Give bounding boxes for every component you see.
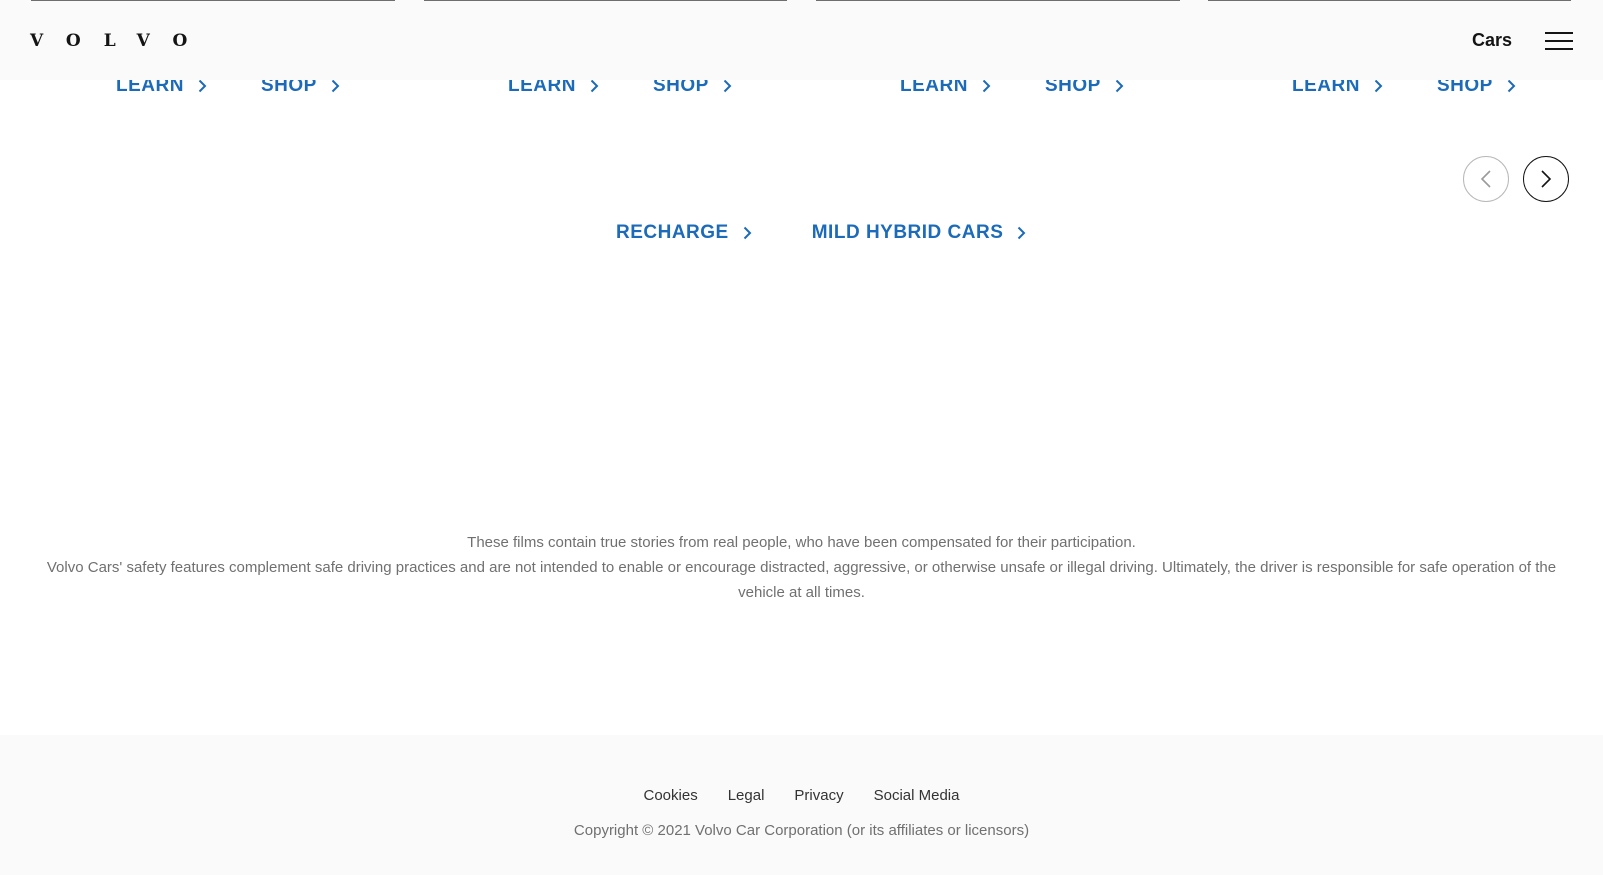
recharge-label: RECHARGE	[616, 222, 729, 243]
chevron-right-icon	[198, 79, 207, 93]
card-top-border	[816, 0, 1180, 1]
disclaimer-line: These films contain true stories from re…	[467, 534, 1136, 551]
category-links: RECHARGE MILD HYBRID CARS	[616, 222, 1026, 244]
footer-link-social-media[interactable]: Social Media	[874, 787, 960, 804]
card-top-border	[424, 0, 787, 1]
chevron-right-icon	[1115, 79, 1124, 93]
chevron-right-icon	[331, 79, 340, 93]
recharge-link[interactable]: RECHARGE	[616, 222, 752, 244]
nav-cars-link[interactable]: Cars	[1472, 29, 1512, 51]
chevron-left-icon	[1480, 170, 1491, 188]
footer-links: Cookies Legal Privacy Social Media	[0, 787, 1603, 804]
mild-hybrid-cars-link[interactable]: MILD HYBRID CARS	[812, 222, 1027, 244]
footer-link-cookies[interactable]: Cookies	[644, 787, 698, 804]
card-top-border	[31, 0, 395, 1]
carousel-prev-button[interactable]	[1463, 156, 1509, 202]
volvo-logo[interactable]: VOLVO	[30, 31, 210, 51]
site-footer: Cookies Legal Privacy Social Media Copyr…	[0, 735, 1603, 875]
chevron-right-icon	[982, 79, 991, 93]
footer-link-privacy[interactable]: Privacy	[794, 787, 843, 804]
menu-line	[1545, 48, 1573, 50]
copyright-text: Copyright © 2021 Volvo Car Corporation (…	[573, 822, 1030, 839]
hamburger-menu-icon[interactable]	[1545, 30, 1573, 52]
chevron-right-icon	[590, 79, 599, 93]
disclaimer-line: Volvo Cars' safety features complement s…	[46, 559, 1557, 601]
footer-link-legal[interactable]: Legal	[728, 787, 765, 804]
chevron-right-icon	[723, 79, 732, 93]
disclaimer: These films contain true stories from re…	[30, 530, 1573, 605]
menu-line	[1545, 32, 1573, 34]
chevron-right-icon	[1507, 79, 1516, 93]
chevron-right-icon	[1374, 79, 1383, 93]
site-header: VOLVO Cars	[0, 0, 1603, 80]
chevron-right-icon	[1541, 170, 1552, 188]
chevron-right-icon	[1018, 226, 1026, 240]
carousel-next-button[interactable]	[1523, 156, 1569, 202]
menu-line	[1545, 40, 1573, 42]
chevron-right-icon	[743, 226, 752, 240]
mild-hybrid-label: MILD HYBRID CARS	[811, 222, 1004, 243]
card-top-border	[1208, 0, 1571, 1]
